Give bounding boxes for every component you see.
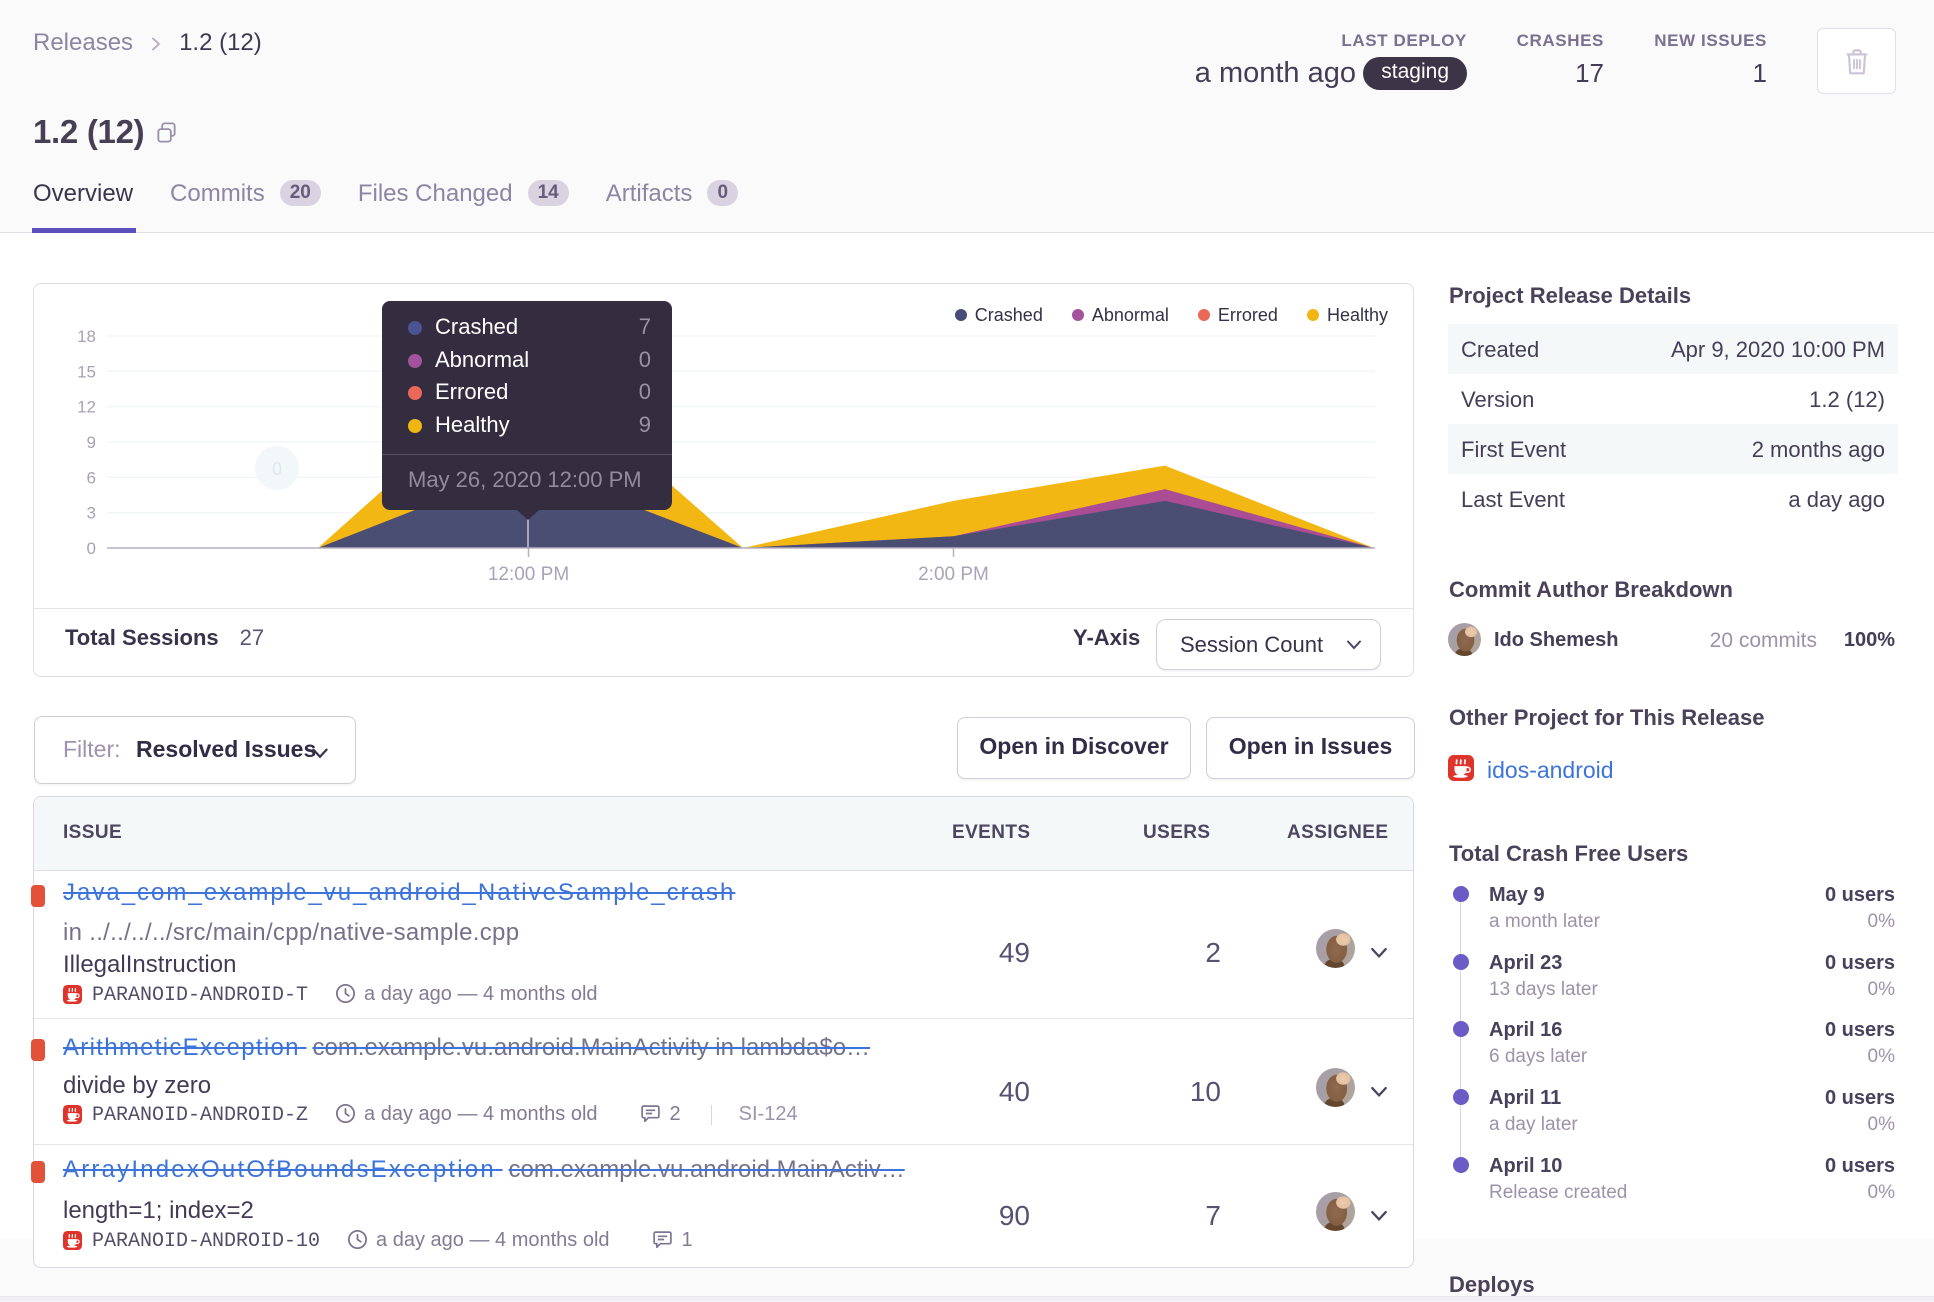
svg-text:15: 15 [77,362,96,381]
svg-text:12:00 PM: 12:00 PM [488,564,569,585]
svg-text:2:00 PM: 2:00 PM [918,564,989,585]
svg-text:12: 12 [77,398,96,417]
svg-text:0: 0 [272,459,282,479]
svg-text:18: 18 [77,327,96,346]
svg-text:9: 9 [87,433,96,452]
svg-text:0: 0 [87,539,96,558]
svg-text:3: 3 [87,504,96,523]
svg-text:6: 6 [87,468,96,487]
